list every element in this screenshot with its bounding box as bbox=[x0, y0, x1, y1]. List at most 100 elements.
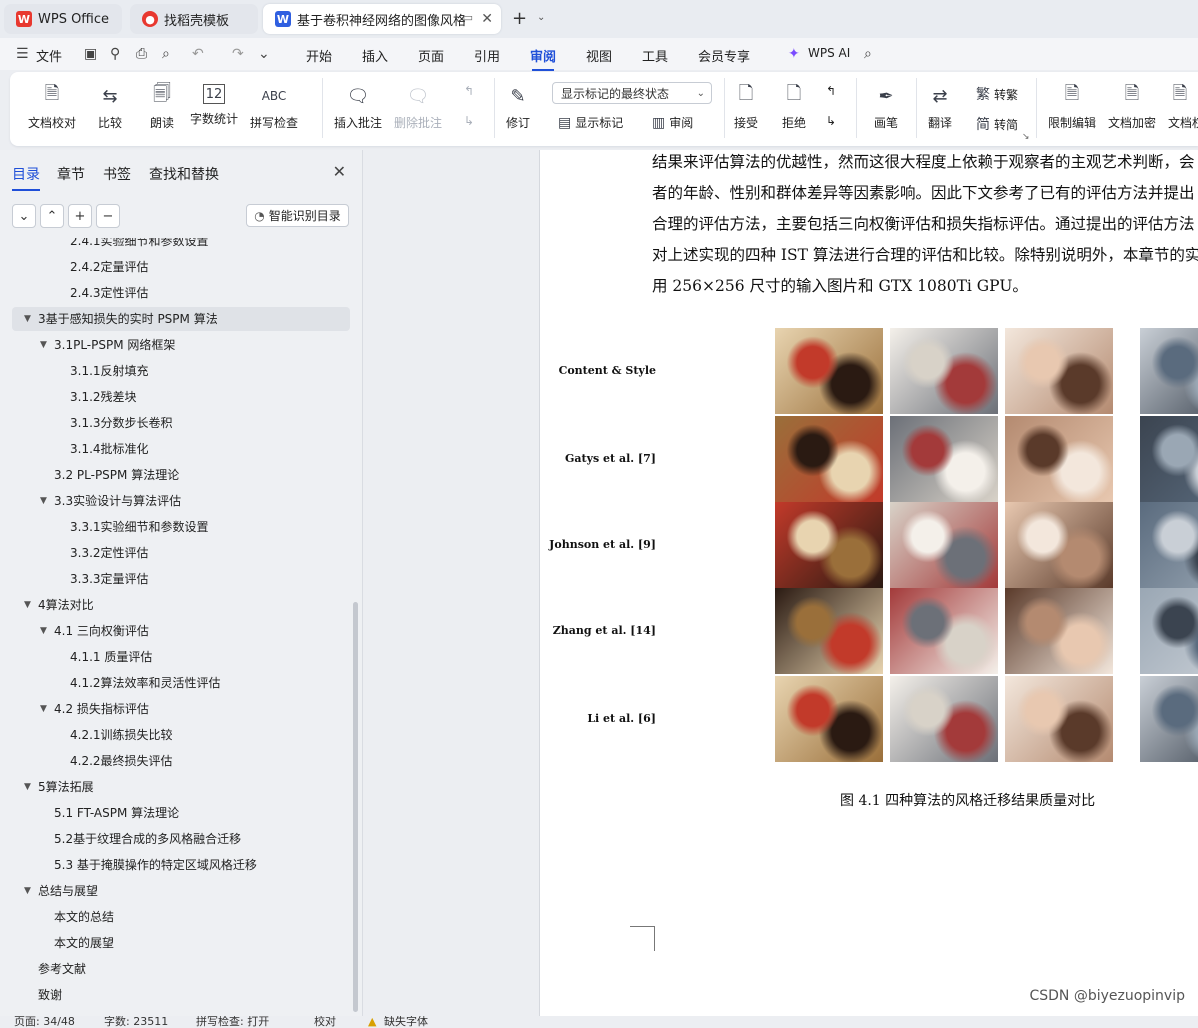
next-change-icon[interactable]: ↳ bbox=[826, 114, 836, 128]
pen-button[interactable]: ✒ 画笔 bbox=[874, 84, 898, 131]
menu-member[interactable]: 会员专享 bbox=[698, 46, 750, 65]
doc-encrypt-button[interactable]: 🗎 文档加密 bbox=[1108, 83, 1156, 131]
menu-tools[interactable]: 工具 bbox=[642, 46, 668, 65]
markup-display-select[interactable]: 显示标记的最终状态 ⌄ bbox=[552, 82, 712, 104]
permission-icon: 🗎 bbox=[1172, 83, 1188, 104]
prev-change-icon[interactable]: ↰ bbox=[826, 84, 836, 98]
document-margin-area bbox=[363, 150, 538, 1016]
caret-down-icon[interactable]: ▼ bbox=[24, 774, 31, 800]
doc-permission-button[interactable]: 🗎 文档权 bbox=[1168, 83, 1198, 131]
chevron-down-icon[interactable]: ⌄ bbox=[258, 46, 270, 62]
toc-item-label: 参考文献 bbox=[38, 962, 87, 976]
to-traditional-button[interactable]: 繁 转繁 bbox=[976, 84, 1018, 104]
save-icon[interactable]: ▣ bbox=[84, 46, 97, 62]
menu-page[interactable]: 页面 bbox=[418, 46, 444, 65]
toc-item-label: 5.1 FT-ASPM 算法理论 bbox=[54, 806, 180, 820]
show-markup-button[interactable]: ▤ 显示标记 bbox=[558, 114, 623, 131]
menu-reference[interactable]: 引用 bbox=[474, 46, 500, 65]
translate-button[interactable]: ⇄ 翻译 bbox=[928, 84, 952, 131]
comment-delete-icon: 🗨 bbox=[406, 85, 430, 107]
caret-down-icon[interactable]: ▼ bbox=[24, 878, 31, 904]
add-heading-button[interactable]: + bbox=[68, 204, 92, 228]
caret-down-icon[interactable]: ▼ bbox=[24, 592, 31, 618]
compare-button[interactable]: ⇆ 比较 bbox=[98, 84, 122, 131]
chevron-down-icon[interactable]: ⌄ bbox=[537, 12, 545, 23]
restrict-edit-button[interactable]: 🗎 限制编辑 bbox=[1048, 83, 1096, 131]
prev-comment-icon[interactable]: ↰ bbox=[464, 84, 474, 98]
menu-review[interactable]: 审阅 bbox=[530, 46, 556, 71]
to-simplified-button[interactable]: 简 转简 bbox=[976, 114, 1018, 134]
accept-button[interactable]: 🗋 接受 bbox=[734, 83, 758, 131]
menu-file[interactable]: 文件 bbox=[36, 46, 62, 65]
stylized-result-image bbox=[890, 588, 998, 674]
reject-button[interactable]: 🗋 拒绝 bbox=[782, 83, 806, 131]
stylized-result-image bbox=[775, 328, 883, 414]
expand-up-button[interactable]: ⌃ bbox=[40, 204, 64, 228]
menu-start[interactable]: 开始 bbox=[306, 46, 332, 65]
tab-chapters[interactable]: 章节 bbox=[57, 164, 85, 184]
track-changes-button[interactable]: ✎ 修订 bbox=[506, 84, 530, 131]
navigation-tabs: 目录 章节 书签 查找和替换 ✕ bbox=[0, 150, 362, 191]
body-text-line: 合理的评估方法，主要包括三向权衡评估和损失指标评估。通过提出的评估方法 bbox=[652, 215, 1195, 233]
toc-item-label: 3.3实验设计与算法评估 bbox=[54, 494, 182, 508]
doc-check-button[interactable]: 🗎 文档校对 bbox=[28, 83, 76, 131]
caret-down-icon[interactable]: ▼ bbox=[40, 618, 47, 644]
missing-font-status[interactable]: 缺失字体 bbox=[384, 1016, 428, 1028]
close-icon[interactable]: ✕ bbox=[333, 162, 346, 181]
reject-icon: 🗋 bbox=[786, 83, 802, 104]
tab-document[interactable]: W 基于卷积神经网络的图像风格迁 ▭ ✕ bbox=[263, 4, 501, 34]
close-icon[interactable]: ✕ bbox=[481, 11, 493, 27]
tab-find-replace[interactable]: 查找和替换 bbox=[149, 164, 219, 184]
toc-item-label: 4.1.1 质量评估 bbox=[70, 650, 153, 664]
toc-item-label: 3.3.1实验细节和参数设置 bbox=[70, 520, 209, 534]
page-indicator[interactable]: 页面: 34/48 bbox=[14, 1016, 75, 1028]
print-preview-icon[interactable]: ⌕ bbox=[162, 46, 170, 62]
caret-down-icon[interactable]: ▼ bbox=[40, 696, 47, 722]
tab-toc[interactable]: 目录 bbox=[12, 164, 40, 191]
search-icon[interactable]: ⌕ bbox=[864, 46, 872, 62]
menu-view[interactable]: 视图 bbox=[586, 46, 612, 65]
word-count[interactable]: 字数: 23511 bbox=[104, 1016, 168, 1028]
tab-wps-office[interactable]: W WPS Office bbox=[4, 4, 122, 34]
stylized-result-image bbox=[1140, 502, 1198, 588]
proof-status[interactable]: 校对 bbox=[314, 1016, 336, 1028]
menu-insert[interactable]: 插入 bbox=[362, 46, 388, 65]
remove-heading-button[interactable]: − bbox=[96, 204, 120, 228]
docer-logo-icon: ● bbox=[142, 11, 158, 27]
undo-icon[interactable]: ↶ bbox=[192, 46, 204, 62]
caret-down-icon[interactable]: ▼ bbox=[40, 488, 47, 514]
menu-wps-ai[interactable]: WPS AI bbox=[808, 46, 850, 60]
spell-check-icon: ABC bbox=[261, 89, 287, 103]
navigation-pane: 目录 章节 书签 查找和替换 ✕ ⌄ ⌃ + − ◔ 智能识别目录 2.4.1实… bbox=[0, 150, 362, 1016]
document-page[interactable]: 结果来评估算法的优越性，然而这很大程度上依赖于观察者的主观艺术判断，会 者的年龄… bbox=[539, 150, 1198, 1016]
hamburger-icon[interactable]: ☰ bbox=[16, 46, 29, 62]
wps-logo-icon: W bbox=[16, 11, 32, 27]
new-tab-icon[interactable]: + bbox=[512, 8, 527, 29]
smart-toc-button[interactable]: ◔ 智能识别目录 bbox=[246, 204, 349, 227]
share-icon[interactable]: ⚲ bbox=[110, 46, 120, 62]
insert-comment-button[interactable]: 🗨 插入批注 bbox=[334, 84, 382, 131]
expand-corner-icon[interactable]: ↘ bbox=[1022, 132, 1030, 142]
word-count-button[interactable]: 12 字数统计 bbox=[190, 84, 238, 127]
spell-status[interactable]: 拼写检查: 打开 bbox=[196, 1016, 269, 1028]
tab-template[interactable]: ● 找稻壳模板 bbox=[130, 4, 258, 34]
redo-icon[interactable]: ↷ bbox=[232, 46, 244, 62]
toc-scrollbar[interactable] bbox=[353, 602, 358, 1012]
stylized-result-image bbox=[1140, 588, 1198, 674]
smart-icon: ◔ bbox=[254, 208, 265, 223]
writer-doc-icon: W bbox=[275, 11, 291, 27]
tab-bookmarks[interactable]: 书签 bbox=[103, 164, 131, 184]
next-comment-icon[interactable]: ↳ bbox=[464, 114, 474, 128]
toc-item-label: 4.1 三向权衡评估 bbox=[54, 624, 149, 638]
wps-ai-icon[interactable]: ✦ bbox=[788, 46, 800, 62]
spell-check-button[interactable]: ABC 拼写检查 bbox=[250, 84, 298, 131]
review-pane-button[interactable]: ▥ 审阅 bbox=[652, 114, 693, 131]
caret-down-icon[interactable]: ▼ bbox=[40, 332, 47, 358]
caret-down-icon[interactable]: ▼ bbox=[24, 306, 31, 332]
compare-icon: ⇆ bbox=[102, 85, 118, 107]
read-aloud-button[interactable]: 🗐 朗读 bbox=[150, 83, 174, 131]
monitor-icon[interactable]: ▭ bbox=[463, 11, 473, 24]
delete-comment-button[interactable]: 🗨 删除批注 bbox=[394, 84, 442, 131]
print-icon[interactable]: ⎙ bbox=[136, 46, 147, 62]
collapse-all-button[interactable]: ⌄ bbox=[12, 204, 36, 228]
